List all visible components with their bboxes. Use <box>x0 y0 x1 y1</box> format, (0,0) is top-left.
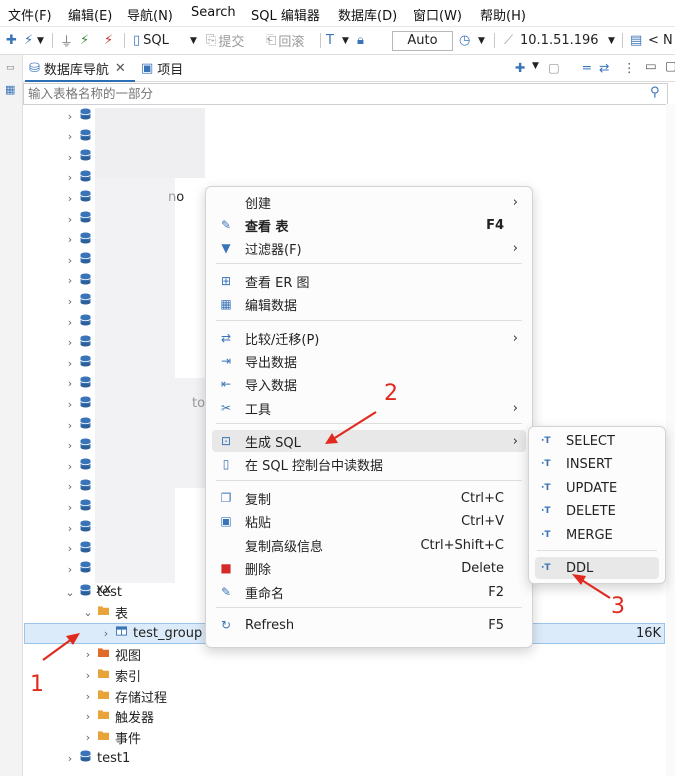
annotation-arrows <box>42 411 611 661</box>
annotation-label-2: 2 <box>384 381 398 406</box>
annotation-arrowhead-1 <box>66 633 80 645</box>
annotation-label-3: 3 <box>611 594 625 619</box>
annotation-arrowhead-2 <box>325 433 338 444</box>
annotation-label-1: 1 <box>30 672 44 697</box>
annotation-arrowhead-3 <box>572 574 586 585</box>
annotation-arrow-2 <box>329 411 377 442</box>
